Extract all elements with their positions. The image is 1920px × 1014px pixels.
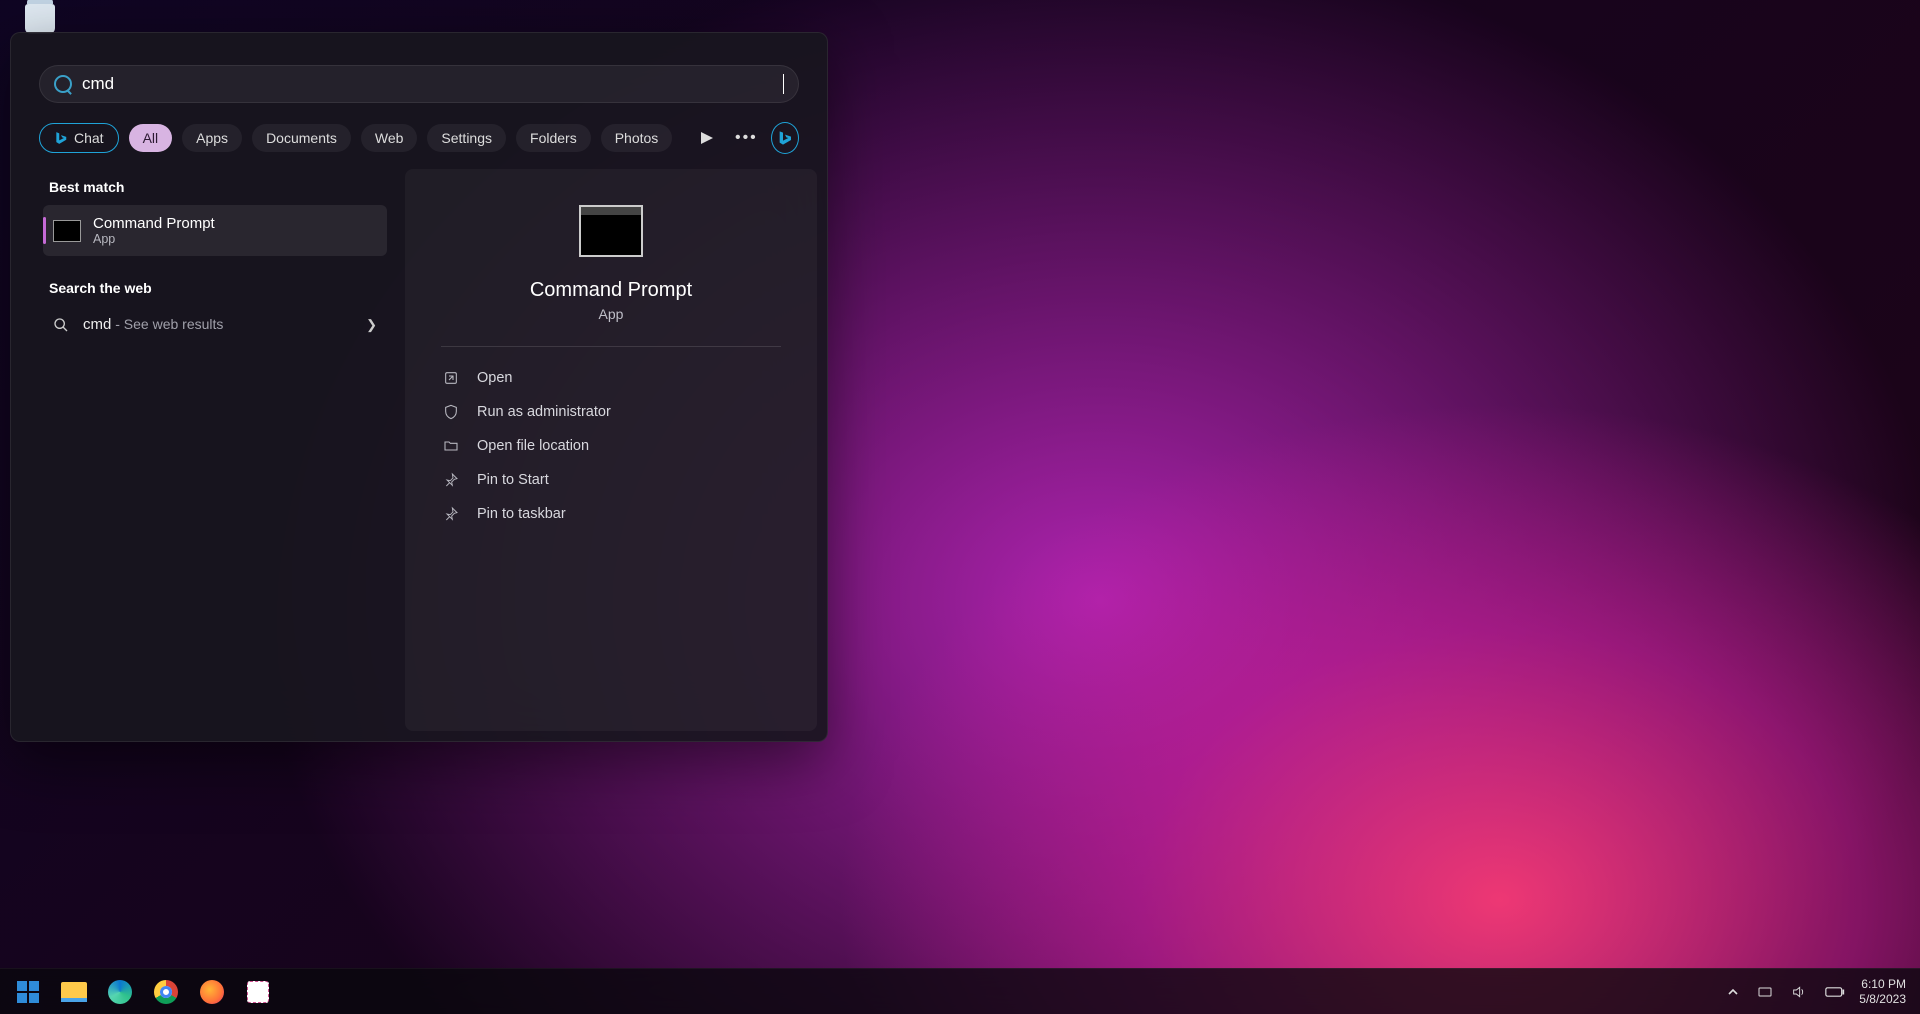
search-the-web-heading: Search the web	[43, 270, 387, 306]
search-icon	[54, 75, 72, 93]
detail-app-title: Command Prompt	[530, 279, 692, 302]
start-search-flyout: cmd Chat All Apps Documents Web Settings	[10, 32, 828, 742]
clock-time: 6:10 PM	[1859, 977, 1906, 992]
result-command-prompt[interactable]: Command Prompt App	[43, 205, 387, 256]
bing-icon	[777, 130, 793, 146]
command-prompt-icon	[579, 205, 643, 257]
more-options-button[interactable]: •••	[732, 121, 761, 155]
filter-settings[interactable]: Settings	[427, 124, 506, 152]
search-detail-pane: Command Prompt App Open Run as adm	[405, 169, 817, 731]
divider	[441, 346, 781, 347]
action-open-label: Open	[477, 370, 512, 386]
tray-volume-button[interactable]	[1787, 980, 1811, 1004]
action-open[interactable]: Open	[441, 361, 781, 395]
action-pin-to-start[interactable]: Pin to Start	[441, 463, 781, 497]
filter-all[interactable]: All	[129, 124, 173, 152]
play-icon	[701, 132, 713, 144]
result-subtitle: App	[93, 232, 215, 246]
action-open-location-label: Open file location	[477, 438, 589, 454]
battery-icon	[1825, 986, 1845, 998]
taskbar: 6:10 PM 5/8/2023	[0, 968, 1920, 1014]
pin-icon	[443, 472, 461, 488]
filter-folders[interactable]: Folders	[516, 124, 591, 152]
firefox-icon	[200, 980, 224, 1004]
filter-documents-label: Documents	[266, 130, 337, 146]
action-run-as-administrator[interactable]: Run as administrator	[441, 395, 781, 429]
taskbar-chrome[interactable]	[146, 972, 186, 1012]
detail-app-subtitle: App	[599, 306, 624, 322]
command-prompt-icon	[53, 220, 81, 242]
search-input[interactable]: cmd	[82, 74, 785, 94]
web-result-cmd[interactable]: cmd - See web results ❯	[43, 306, 387, 343]
bing-chat-button[interactable]	[771, 122, 799, 154]
filter-apps[interactable]: Apps	[182, 124, 242, 152]
edge-icon	[108, 980, 132, 1004]
bing-icon	[54, 131, 68, 145]
action-pin-start-label: Pin to Start	[477, 472, 549, 488]
filter-web[interactable]: Web	[361, 124, 418, 152]
tray-battery-button[interactable]	[1821, 982, 1849, 1002]
filter-chat-label: Chat	[74, 130, 104, 146]
search-bar[interactable]: cmd	[39, 65, 799, 103]
best-match-heading: Best match	[43, 169, 387, 205]
recycle-bin-icon	[25, 4, 55, 34]
filter-all-label: All	[143, 130, 159, 146]
chevron-up-icon	[1727, 986, 1739, 998]
filter-settings-label: Settings	[441, 130, 492, 146]
search-icon	[53, 317, 69, 333]
network-icon	[1757, 984, 1773, 1000]
action-pin-taskbar-label: Pin to taskbar	[477, 506, 566, 522]
open-icon	[443, 370, 461, 386]
filter-photos[interactable]: Photos	[601, 124, 673, 152]
ellipsis-icon: •••	[735, 129, 758, 147]
folder-icon	[443, 438, 461, 454]
filter-chat[interactable]: Chat	[39, 123, 119, 153]
shield-icon	[443, 404, 461, 420]
clock-date: 5/8/2023	[1859, 992, 1906, 1007]
taskbar-clock[interactable]: 6:10 PM 5/8/2023	[1859, 977, 1912, 1007]
windows-icon	[17, 981, 39, 1003]
desktop-wallpaper[interactable]: cmd Chat All Apps Documents Web Settings	[0, 0, 1920, 1014]
chevron-right-icon: ❯	[366, 317, 377, 333]
action-open-file-location[interactable]: Open file location	[441, 429, 781, 463]
taskbar-firefox[interactable]	[192, 972, 232, 1012]
result-title: Command Prompt	[93, 215, 215, 232]
text-caret	[783, 74, 784, 94]
taskbar-snipping-tool[interactable]	[238, 972, 278, 1012]
filter-next-button[interactable]	[692, 121, 721, 155]
search-filter-row: Chat All Apps Documents Web Settings Fol…	[11, 103, 827, 155]
web-result-suffix: - See web results	[111, 316, 223, 332]
taskbar-file-explorer[interactable]	[54, 972, 94, 1012]
filter-web-label: Web	[375, 130, 404, 146]
search-results-pane: Best match Command Prompt App Search the…	[21, 169, 395, 731]
action-run-admin-label: Run as administrator	[477, 404, 611, 420]
snip-icon	[247, 981, 269, 1003]
start-button[interactable]	[8, 972, 48, 1012]
chrome-icon	[154, 980, 178, 1004]
action-pin-to-taskbar[interactable]: Pin to taskbar	[441, 497, 781, 531]
tray-overflow-button[interactable]	[1723, 982, 1743, 1002]
detail-action-list: Open Run as administrator Open file loca…	[441, 361, 781, 531]
taskbar-edge[interactable]	[100, 972, 140, 1012]
filter-documents[interactable]: Documents	[252, 124, 351, 152]
filter-apps-label: Apps	[196, 130, 228, 146]
pin-icon	[443, 506, 461, 522]
filter-photos-label: Photos	[615, 130, 659, 146]
tray-network-button[interactable]	[1753, 980, 1777, 1004]
speaker-icon	[1791, 984, 1807, 1000]
web-result-query: cmd	[83, 316, 111, 333]
folder-icon	[61, 982, 87, 1002]
filter-folders-label: Folders	[530, 130, 577, 146]
